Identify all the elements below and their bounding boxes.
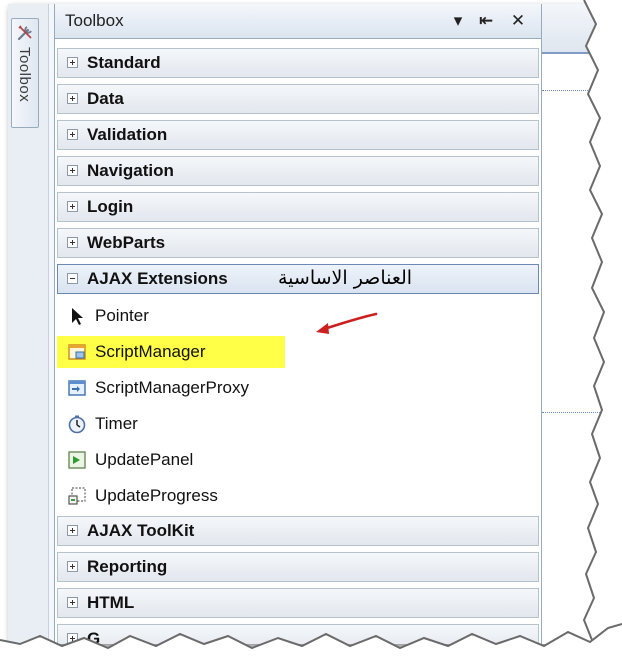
toolbox-screenshot-frame: Toolbox Toolbox ▾ ⇤ ✕ Standard Data Vali… xyxy=(8,4,604,644)
script-manager-proxy-icon xyxy=(68,380,86,396)
update-progress-icon xyxy=(68,487,86,505)
group-ajax-extensions[interactable]: AJAX Extensions العناصر الاساسية xyxy=(57,264,539,294)
group-label: WebParts xyxy=(87,233,166,252)
torn-edge-bottom xyxy=(0,623,622,658)
toolbox-item-scriptmanagerproxy[interactable]: ScriptManagerProxy xyxy=(57,370,539,406)
toolbox-header: Toolbox ▾ ⇤ ✕ xyxy=(55,4,541,39)
update-panel-icon xyxy=(68,451,86,469)
group-ajax-toolkit[interactable]: AJAX ToolKit xyxy=(57,516,539,546)
group-login[interactable]: Login xyxy=(57,192,539,222)
group-label: AJAX Extensions xyxy=(87,269,228,288)
toolbox-item-scriptmanager[interactable]: ScriptManager xyxy=(57,334,539,370)
toolbox-dock-tab[interactable]: Toolbox xyxy=(11,18,39,128)
toolbox-item-updateprogress[interactable]: UpdateProgress xyxy=(57,478,539,514)
toolbox-dock-tab-label: Toolbox xyxy=(16,47,33,103)
toolbox-title: Toolbox xyxy=(65,11,124,30)
expand-plus-icon[interactable] xyxy=(67,201,78,212)
item-label: UpdatePanel xyxy=(95,450,194,469)
group-data[interactable]: Data xyxy=(57,84,539,114)
group-label: Standard xyxy=(87,53,161,72)
script-manager-icon xyxy=(68,344,86,360)
item-label: UpdateProgress xyxy=(95,486,218,505)
expand-plus-icon[interactable] xyxy=(67,525,78,536)
item-label: ScriptManager xyxy=(95,342,206,361)
group-label: Validation xyxy=(87,125,168,144)
group-label: Login xyxy=(87,197,134,216)
expand-plus-icon[interactable] xyxy=(67,57,78,68)
group-label: Reporting xyxy=(87,557,168,576)
toolbox-item-pointer[interactable]: Pointer xyxy=(57,298,539,334)
group-navigation[interactable]: Navigation xyxy=(57,156,539,186)
auto-hide-pin-icon[interactable]: ⇤ xyxy=(475,10,497,32)
group-webparts[interactable]: WebParts xyxy=(57,228,539,258)
group-reporting[interactable]: Reporting xyxy=(57,552,539,582)
toolbox-item-updatepanel[interactable]: UpdatePanel xyxy=(57,442,539,478)
torn-edge-right xyxy=(580,0,622,658)
group-label: Data xyxy=(87,89,124,108)
expand-plus-icon[interactable] xyxy=(67,165,78,176)
dropdown-arrow-icon[interactable]: ▾ xyxy=(447,10,469,32)
expand-plus-icon[interactable] xyxy=(67,93,78,104)
toolbox-item-timer[interactable]: Timer xyxy=(57,406,539,442)
toolbox-panel: Toolbox ▾ ⇤ ✕ Standard Data Validation N… xyxy=(54,4,542,644)
red-annotation-arrow xyxy=(316,312,378,334)
item-label: Timer xyxy=(95,414,138,433)
group-label: HTML xyxy=(87,593,135,612)
arabic-annotation: العناصر الاساسية xyxy=(278,267,413,289)
group-label: AJAX ToolKit xyxy=(87,521,195,540)
item-label: Pointer xyxy=(95,306,149,325)
item-label: ScriptManagerProxy xyxy=(95,378,250,397)
group-standard[interactable]: Standard xyxy=(57,48,539,78)
expand-plus-icon[interactable] xyxy=(67,561,78,572)
timer-icon xyxy=(68,415,86,434)
group-label: Navigation xyxy=(87,161,174,180)
expand-plus-icon[interactable] xyxy=(67,129,78,140)
pointer-arrow-icon xyxy=(72,308,83,325)
group-validation[interactable]: Validation xyxy=(57,120,539,150)
collapse-minus-icon[interactable] xyxy=(67,273,78,284)
group-html[interactable]: HTML xyxy=(57,588,539,618)
tools-icon xyxy=(17,25,32,41)
expand-plus-icon[interactable] xyxy=(67,237,78,248)
dock-strip: Toolbox xyxy=(8,4,49,644)
close-icon[interactable]: ✕ xyxy=(507,10,529,32)
expand-plus-icon[interactable] xyxy=(67,597,78,608)
